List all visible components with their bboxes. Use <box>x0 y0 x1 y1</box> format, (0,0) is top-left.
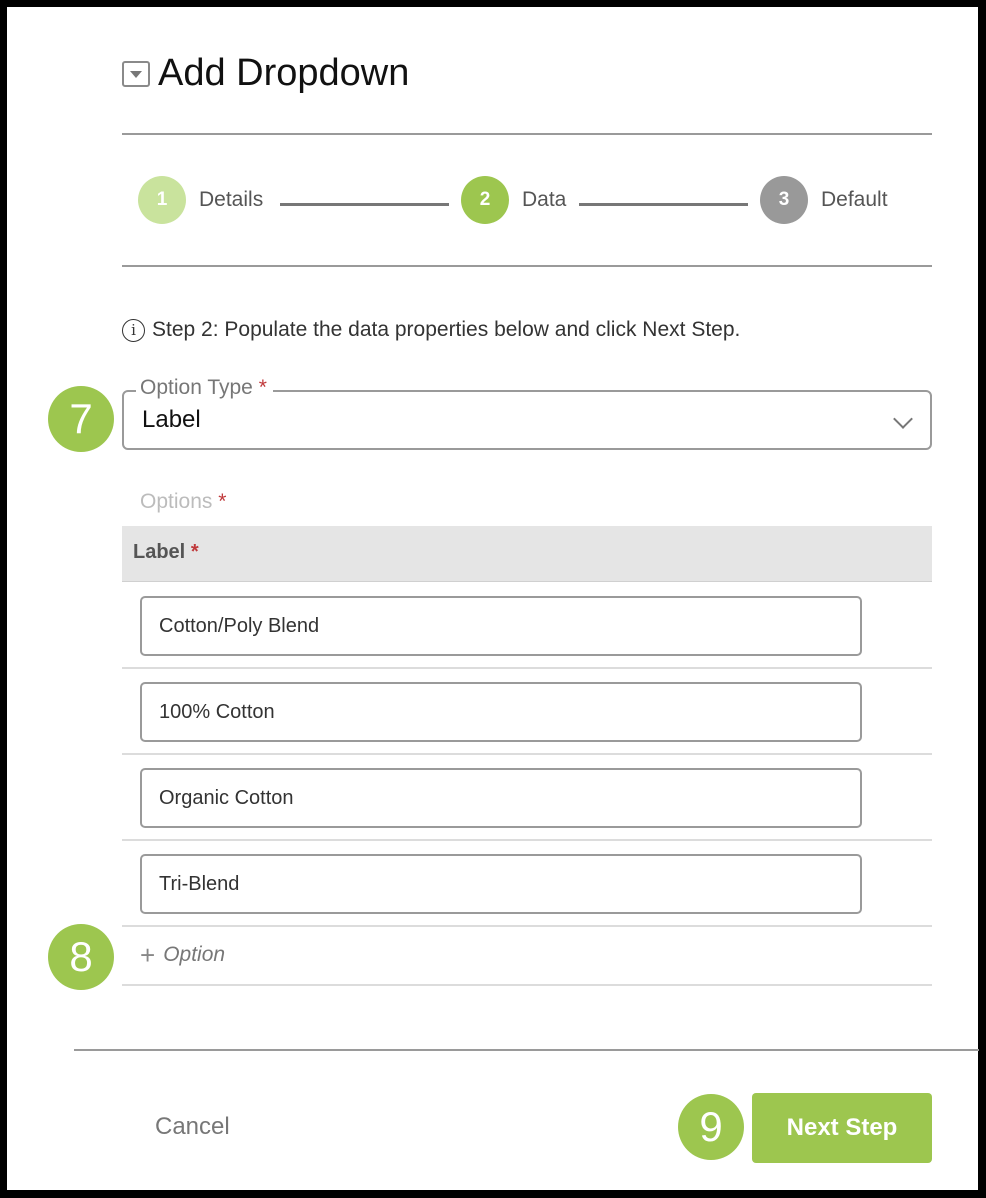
callout-badge-7: 7 <box>48 386 114 452</box>
divider <box>122 133 932 135</box>
option-type-value: Label <box>142 406 201 433</box>
add-option-label: Option <box>163 943 226 966</box>
column-header-label: Label * <box>133 541 199 564</box>
dropdown-icon <box>122 60 150 87</box>
option-input[interactable]: Tri-Blend <box>140 854 862 914</box>
dialog-title: Add Dropdown <box>158 52 410 94</box>
row-divider <box>122 839 932 841</box>
step-number: 3 <box>760 176 808 224</box>
options-grid-header: Label * <box>122 526 932 582</box>
footer-divider <box>74 1049 979 1051</box>
row-divider <box>122 667 932 669</box>
option-input[interactable]: Cotton/Poly Blend <box>140 596 862 656</box>
required-mark: * <box>190 541 199 563</box>
step-connector <box>579 203 748 206</box>
stepper: 1 Details 2 Data 3 Default <box>138 176 898 224</box>
row-divider <box>122 925 932 927</box>
step-label: Default <box>821 188 888 211</box>
plus-icon: + <box>140 940 156 970</box>
row-divider <box>122 753 932 755</box>
step-data[interactable]: 2 Data <box>461 176 566 224</box>
dialog-header: Add Dropdown <box>122 52 409 95</box>
add-option-button[interactable]: + Option <box>140 942 225 968</box>
step-default[interactable]: 3 Default <box>760 176 888 224</box>
callout-badge-9: 9 <box>678 1094 744 1160</box>
required-mark: * <box>258 376 267 399</box>
step-label: Details <box>199 188 264 211</box>
step-number: 2 <box>461 176 509 224</box>
option-input[interactable]: 100% Cotton <box>140 682 862 742</box>
option-type-label-text: Option Type <box>140 376 253 399</box>
callout-badge-8: 8 <box>48 924 114 990</box>
step-details[interactable]: 1 Details <box>138 176 263 224</box>
option-type-label: Option Type * <box>136 376 273 400</box>
required-mark: * <box>218 490 227 513</box>
row-divider <box>122 984 932 986</box>
option-input[interactable]: Organic Cotton <box>140 768 862 828</box>
step-instructions: i Step 2: Populate the data properties b… <box>122 318 740 342</box>
options-label: Options * <box>140 490 226 514</box>
step-connector <box>280 203 449 206</box>
info-icon: i <box>122 318 145 342</box>
instructions-text: Step 2: Populate the data properties bel… <box>152 318 741 341</box>
column-header-text: Label <box>133 541 186 563</box>
next-step-button[interactable]: Next Step <box>752 1093 932 1163</box>
divider <box>122 265 932 267</box>
step-label: Data <box>522 188 567 211</box>
options-label-text: Options <box>140 490 213 513</box>
step-number: 1 <box>138 176 186 224</box>
cancel-button[interactable]: Cancel <box>155 1113 230 1141</box>
